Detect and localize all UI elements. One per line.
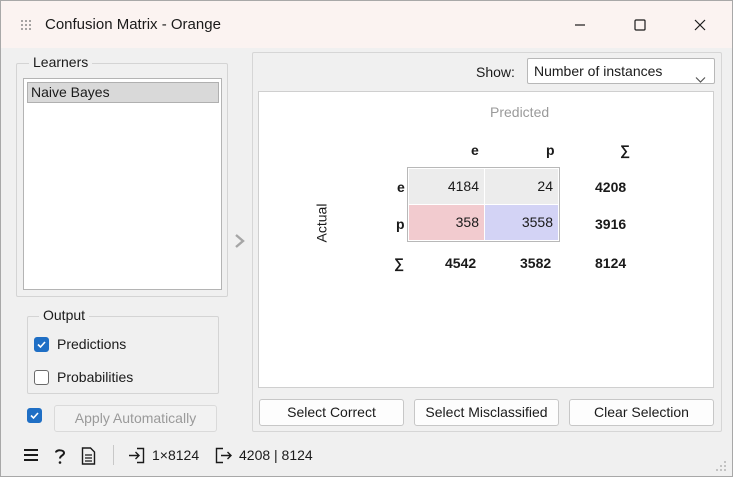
title-bar[interactable]: Confusion Matrix - Orange xyxy=(1,1,732,48)
resize-grip-icon[interactable] xyxy=(715,459,727,475)
show-select[interactable]: Number of instances xyxy=(527,58,715,84)
row-total-p: 3916 xyxy=(595,216,627,232)
maximize-button[interactable] xyxy=(617,9,663,41)
learners-list[interactable]: Naive Bayes xyxy=(23,78,222,290)
apply-automatically-checkbox[interactable] xyxy=(27,408,42,423)
select-misclassified-button[interactable]: Select Misclassified xyxy=(414,399,559,426)
row-header-p: p xyxy=(396,216,405,232)
clear-selection-button[interactable]: Clear Selection xyxy=(569,399,714,426)
report-icon[interactable] xyxy=(81,447,96,468)
chevron-down-icon xyxy=(695,67,706,91)
chevron-right-icon[interactable] xyxy=(233,233,247,252)
row-header-sum: ∑ xyxy=(394,255,404,271)
show-label: Show: xyxy=(476,64,515,80)
learners-title: Learners xyxy=(29,54,93,70)
probabilities-checkbox[interactable] xyxy=(34,369,49,385)
actual-axis-label: Actual xyxy=(313,203,330,243)
col-header-sum: ∑ xyxy=(620,142,630,158)
checkmark-icon xyxy=(37,340,46,348)
show-select-value: Number of instances xyxy=(534,63,663,79)
col-header-p: p xyxy=(546,142,555,158)
output-title: Output xyxy=(39,307,90,323)
minimize-icon xyxy=(575,24,585,26)
close-button[interactable] xyxy=(677,9,723,41)
col-total-p: 3582 xyxy=(520,255,552,271)
input-icon xyxy=(128,447,145,467)
maximize-icon xyxy=(634,19,646,31)
learner-item-naive-bayes[interactable]: Naive Bayes xyxy=(27,82,219,103)
row-header-e: e xyxy=(397,179,405,195)
output-icon xyxy=(215,447,232,467)
col-header-e: e xyxy=(471,142,479,158)
status-separator xyxy=(113,445,114,465)
probabilities-checkbox-row[interactable]: Probabilities xyxy=(34,369,133,385)
grand-total: 8124 xyxy=(595,255,627,271)
probabilities-label: Probabilities xyxy=(57,369,134,385)
output-summary: 4208 | 8124 xyxy=(239,447,313,463)
predictions-checkbox-row[interactable]: Predictions xyxy=(34,336,126,352)
minimize-button[interactable] xyxy=(557,9,603,41)
row-total-e: 4208 xyxy=(595,179,627,195)
orange-widget-icon xyxy=(19,18,33,32)
checkmark-icon xyxy=(30,412,39,420)
matrix-cells-frame xyxy=(407,167,560,242)
predictions-label: Predictions xyxy=(57,336,127,352)
select-correct-button[interactable]: Select Correct xyxy=(259,399,404,426)
confusion-matrix-window: Confusion Matrix - Orange Learners Naive… xyxy=(0,0,733,477)
col-total-e: 4542 xyxy=(445,255,477,271)
hamburger-menu-icon[interactable] xyxy=(23,447,39,466)
help-icon[interactable] xyxy=(52,447,68,468)
predictions-checkbox[interactable] xyxy=(34,336,49,352)
window-title: Confusion Matrix - Orange xyxy=(45,16,221,33)
predicted-axis-label: Predicted xyxy=(490,104,550,120)
close-icon xyxy=(694,19,706,31)
apply-button[interactable]: Apply Automatically xyxy=(54,405,217,432)
input-summary: 1×8124 xyxy=(152,447,200,463)
